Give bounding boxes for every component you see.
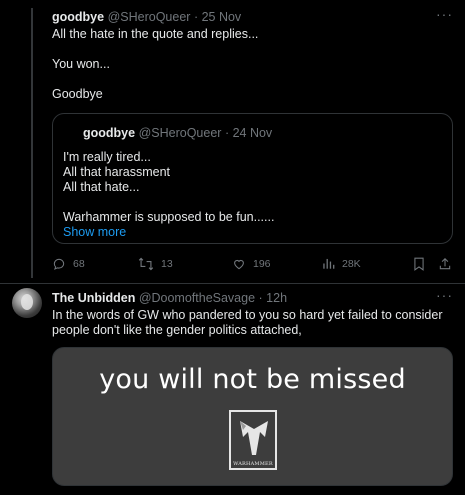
tweet-goodbye[interactable]: goodbye @SHeroQueer · 25 Nov ··· All the… — [52, 6, 457, 102]
bookmark-icon — [413, 257, 425, 271]
share-icon — [438, 257, 452, 271]
warhammer-logo: WARHAMMER — [229, 410, 277, 470]
tweet-the-unbidden[interactable]: The Unbidden @DoomoftheSavage · 12h ··· … — [52, 287, 457, 338]
quote-line: I'm really tired... — [63, 150, 151, 164]
views-icon — [322, 257, 335, 270]
retweet-count: 13 — [161, 258, 173, 270]
retweet-icon — [138, 257, 154, 271]
tweet-date[interactable]: · 25 Nov — [194, 10, 241, 24]
share-button[interactable] — [438, 257, 452, 271]
quote-line: Warhammer is supposed to be fun...... — [63, 210, 275, 224]
author-name[interactable]: goodbye — [52, 10, 104, 24]
like-count: 196 — [253, 258, 271, 270]
author-name[interactable]: The Unbidden — [52, 291, 135, 305]
reply-button[interactable]: 68 — [52, 257, 85, 271]
thread-line — [31, 8, 33, 278]
quote-line: All that harassment — [63, 165, 170, 179]
quote-author-name: goodbye — [83, 126, 136, 140]
like-button[interactable]: 196 — [232, 257, 271, 271]
tweet-text: All the hate in the quote and replies...… — [52, 27, 457, 102]
tweet-divider — [0, 283, 465, 284]
tweet-media-image[interactable]: you will not be missed WARHAMMER — [52, 347, 453, 486]
tweet-text: In the words of GW who pandered to you s… — [52, 308, 457, 338]
tweet-date[interactable]: · 12h — [259, 291, 288, 305]
views-count: 28K — [342, 257, 361, 270]
views-button[interactable]: 28K — [322, 257, 361, 270]
tweet-header: The Unbidden @DoomoftheSavage · 12h — [52, 291, 457, 306]
quote-text: I'm really tired... All that harassment … — [63, 150, 274, 240]
quote-date: · 24 Nov — [224, 126, 273, 140]
bookmark-button[interactable] — [413, 257, 425, 271]
tweet-line: Goodbye — [52, 87, 103, 101]
logo-text: WARHAMMER — [233, 461, 273, 467]
author-handle[interactable]: @SHeroQueer — [108, 10, 191, 24]
show-more-link[interactable]: Show more — [63, 225, 274, 240]
more-options-icon[interactable]: ··· — [436, 287, 453, 303]
reply-count: 68 — [73, 258, 85, 270]
tweet-line: people don't like the gender politics at… — [52, 323, 302, 337]
quoted-tweet[interactable]: goodbye @SHeroQueer · 24 Nov I'm really … — [52, 113, 453, 244]
tweet-actions: 68 13 196 28K — [52, 257, 457, 273]
quote-author-handle: @SHeroQueer — [138, 126, 222, 140]
tweet-line: All the hate in the quote and replies... — [52, 27, 259, 41]
retweet-button[interactable]: 13 — [138, 257, 173, 271]
tweet-line: In the words of GW who pandered to you s… — [52, 308, 443, 322]
reply-icon — [52, 257, 66, 271]
like-icon — [232, 257, 246, 271]
quote-line: All that hate... — [63, 180, 140, 194]
tweet-line: You won... — [52, 57, 110, 71]
avatar[interactable] — [12, 288, 42, 318]
media-caption: you will not be missed — [99, 364, 406, 395]
author-handle[interactable]: @DoomoftheSavage — [139, 291, 255, 305]
tweet-header: goodbye @SHeroQueer · 25 Nov — [52, 10, 457, 25]
quote-header: goodbye @SHeroQueer · 24 Nov — [83, 126, 272, 141]
more-options-icon[interactable]: ··· — [436, 6, 453, 22]
